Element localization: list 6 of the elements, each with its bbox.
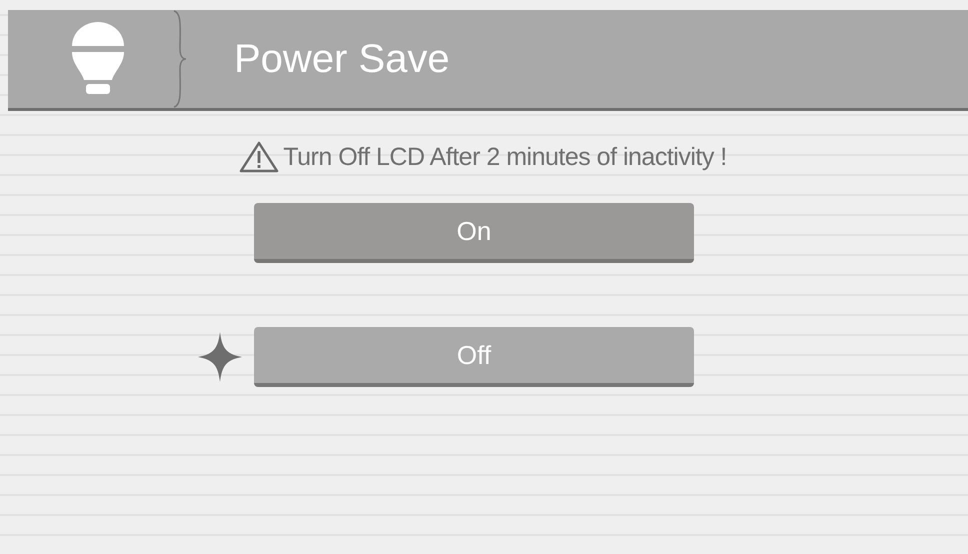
star-icon xyxy=(198,332,242,382)
option-button[interactable]: Off xyxy=(254,327,694,387)
option-button[interactable]: On xyxy=(254,203,694,263)
warning-icon xyxy=(239,141,280,173)
notice-text: Turn Off LCD After 2 minutes of inactivity ! xyxy=(283,142,727,172)
screen-title: Power Save xyxy=(234,36,450,82)
